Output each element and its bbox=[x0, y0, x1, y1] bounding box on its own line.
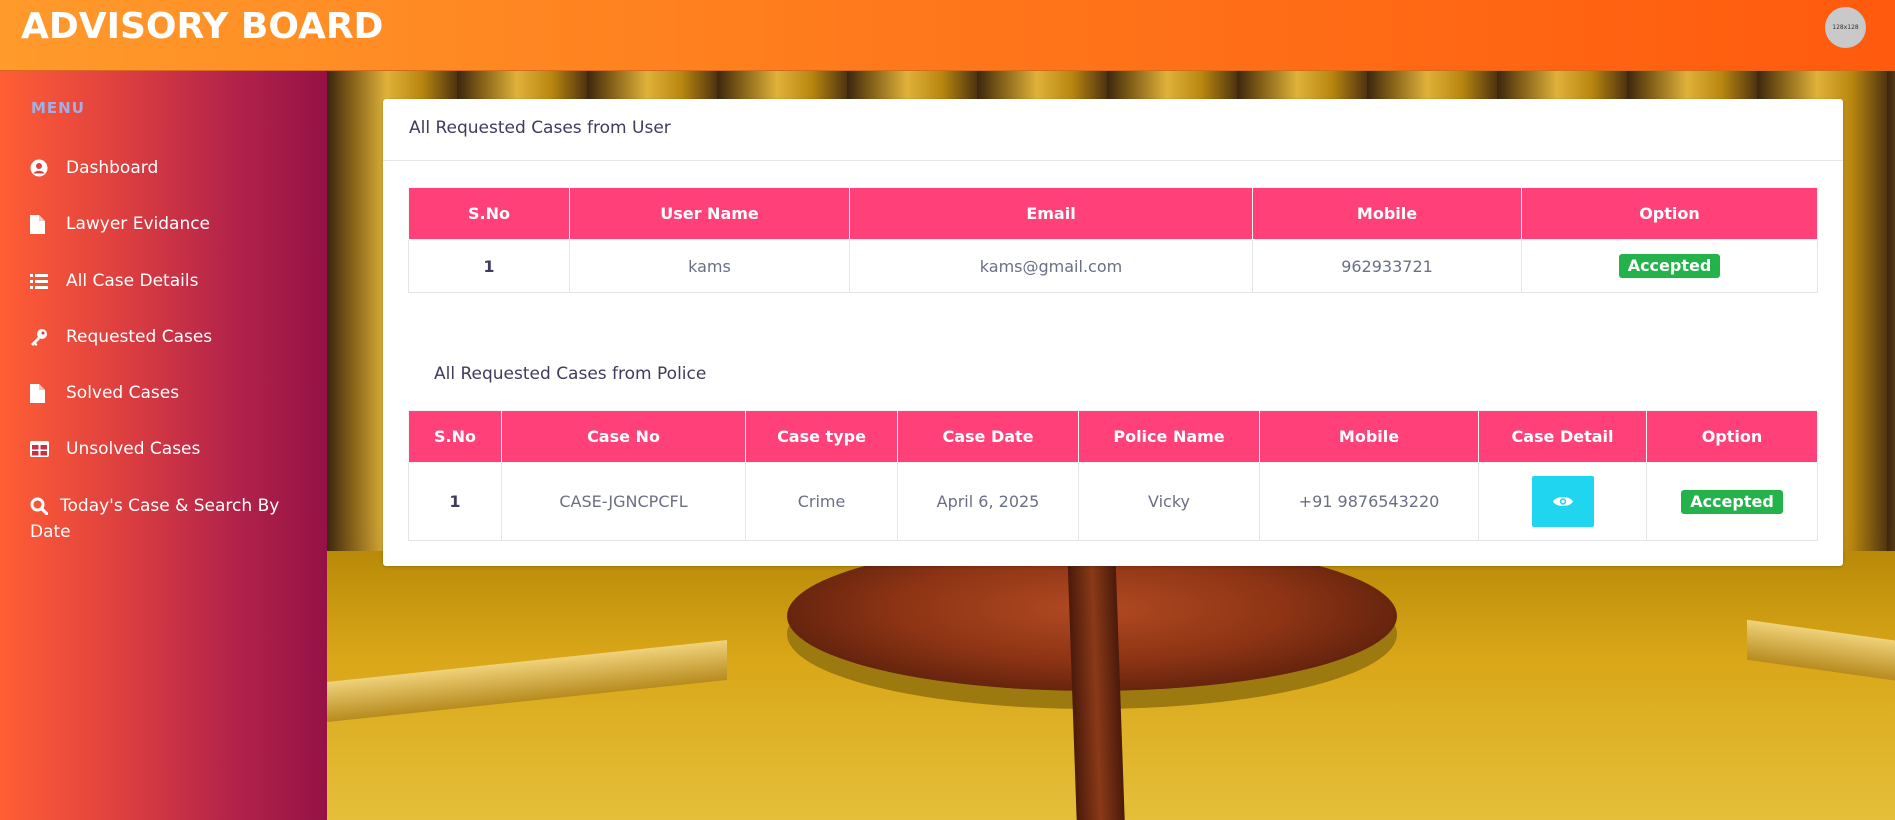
column-header-police-name: Police Name bbox=[1078, 410, 1260, 463]
status-badge: Accepted bbox=[1618, 254, 1721, 278]
sidebar-item-dashboard[interactable]: Dashboard bbox=[30, 155, 300, 181]
sidebar-item-label: Requested Cases bbox=[66, 327, 213, 347]
sidebar: MENU Dashboard Lawyer Evidance All Case … bbox=[0, 71, 327, 820]
sidebar-item-solved-cases[interactable]: Solved Cases bbox=[30, 380, 300, 406]
column-header-mobile: Mobile bbox=[1252, 187, 1522, 240]
sidebar-item-todays-case-search[interactable]: Today's Case & Search By Date bbox=[30, 493, 310, 545]
top-navbar: ADVISORY BOARD 128x128 bbox=[0, 0, 1895, 71]
column-header-sno: S.No bbox=[408, 410, 502, 463]
sidebar-item-label: Dashboard bbox=[66, 158, 159, 178]
menu-heading: MENU bbox=[31, 99, 85, 117]
card-title: All Requested Cases from User bbox=[409, 118, 671, 138]
cell-user-name: kams bbox=[569, 239, 850, 293]
cell-mobile: +91 9876543220 bbox=[1259, 462, 1479, 541]
sidebar-item-label: All Case Details bbox=[66, 271, 199, 291]
sidebar-item-lawyer-evidance[interactable]: Lawyer Evidance bbox=[30, 211, 300, 237]
requested-cases-card: All Requested Cases from User S.No User … bbox=[383, 99, 1843, 566]
column-header-sno: S.No bbox=[408, 187, 570, 240]
table-icon bbox=[30, 436, 52, 462]
sidebar-item-label: Lawyer Evidance bbox=[66, 214, 211, 234]
cell-option: Accepted bbox=[1646, 462, 1818, 541]
search-icon bbox=[30, 493, 52, 519]
brand-title[interactable]: ADVISORY BOARD bbox=[21, 6, 383, 47]
police-cases-table: S.No Case No Case type Case Date Police … bbox=[408, 410, 1818, 541]
user-circle-icon bbox=[30, 155, 52, 181]
column-header-email: Email bbox=[849, 187, 1253, 240]
sidebar-item-all-case-details[interactable]: All Case Details bbox=[30, 268, 300, 294]
card-header: All Requested Cases from User bbox=[383, 99, 1843, 161]
column-header-option: Option bbox=[1646, 410, 1818, 463]
column-header-option: Option bbox=[1521, 187, 1818, 240]
eye-icon bbox=[1552, 497, 1573, 506]
cell-case-type: Crime bbox=[745, 462, 898, 541]
table-row: 1 kams kams@gmail.com 962933721 Accepted bbox=[408, 239, 1818, 293]
table-row: 1 CASE-JGNCPCFL Crime April 6, 2025 Vick… bbox=[408, 462, 1818, 541]
view-case-button[interactable] bbox=[1531, 476, 1594, 527]
cell-police-name: Vicky bbox=[1078, 462, 1260, 541]
cell-sno: 1 bbox=[408, 462, 502, 541]
table-header-row: S.No Case No Case type Case Date Police … bbox=[408, 410, 1818, 463]
user-cases-table: S.No User Name Email Mobile Option 1 kam… bbox=[408, 187, 1818, 293]
file-icon bbox=[30, 380, 52, 406]
file-icon bbox=[30, 211, 52, 237]
column-header-case-no: Case No bbox=[501, 410, 746, 463]
sidebar-item-label: Solved Cases bbox=[66, 383, 180, 403]
sidebar-item-label: Unsolved Cases bbox=[66, 439, 201, 459]
list-icon bbox=[30, 268, 52, 294]
cell-case-detail bbox=[1478, 462, 1647, 541]
column-header-case-date: Case Date bbox=[897, 410, 1079, 463]
police-section-title: All Requested Cases from Police bbox=[434, 364, 707, 384]
key-icon bbox=[30, 324, 52, 350]
cell-case-no: CASE-JGNCPCFL bbox=[501, 462, 746, 541]
scene-gavel-handle bbox=[1067, 550, 1125, 820]
sidebar-item-unsolved-cases[interactable]: Unsolved Cases bbox=[30, 436, 300, 462]
column-header-mobile: Mobile bbox=[1259, 410, 1479, 463]
cell-case-date: April 6, 2025 bbox=[897, 462, 1079, 541]
cell-option: Accepted bbox=[1521, 239, 1818, 293]
status-badge: Accepted bbox=[1681, 489, 1783, 514]
sidebar-item-requested-cases[interactable]: Requested Cases bbox=[30, 324, 300, 350]
sidebar-item-label: Today's Case & Search By Date bbox=[30, 496, 280, 542]
column-header-case-detail: Case Detail bbox=[1478, 410, 1647, 463]
column-header-user-name: User Name bbox=[569, 187, 850, 240]
cell-mobile: 962933721 bbox=[1252, 239, 1522, 293]
column-header-case-type: Case type bbox=[745, 410, 898, 463]
table-header-row: S.No User Name Email Mobile Option bbox=[408, 187, 1818, 240]
cell-email: kams@gmail.com bbox=[849, 239, 1253, 293]
user-avatar[interactable]: 128x128 bbox=[1825, 7, 1866, 48]
cell-sno: 1 bbox=[408, 239, 570, 293]
